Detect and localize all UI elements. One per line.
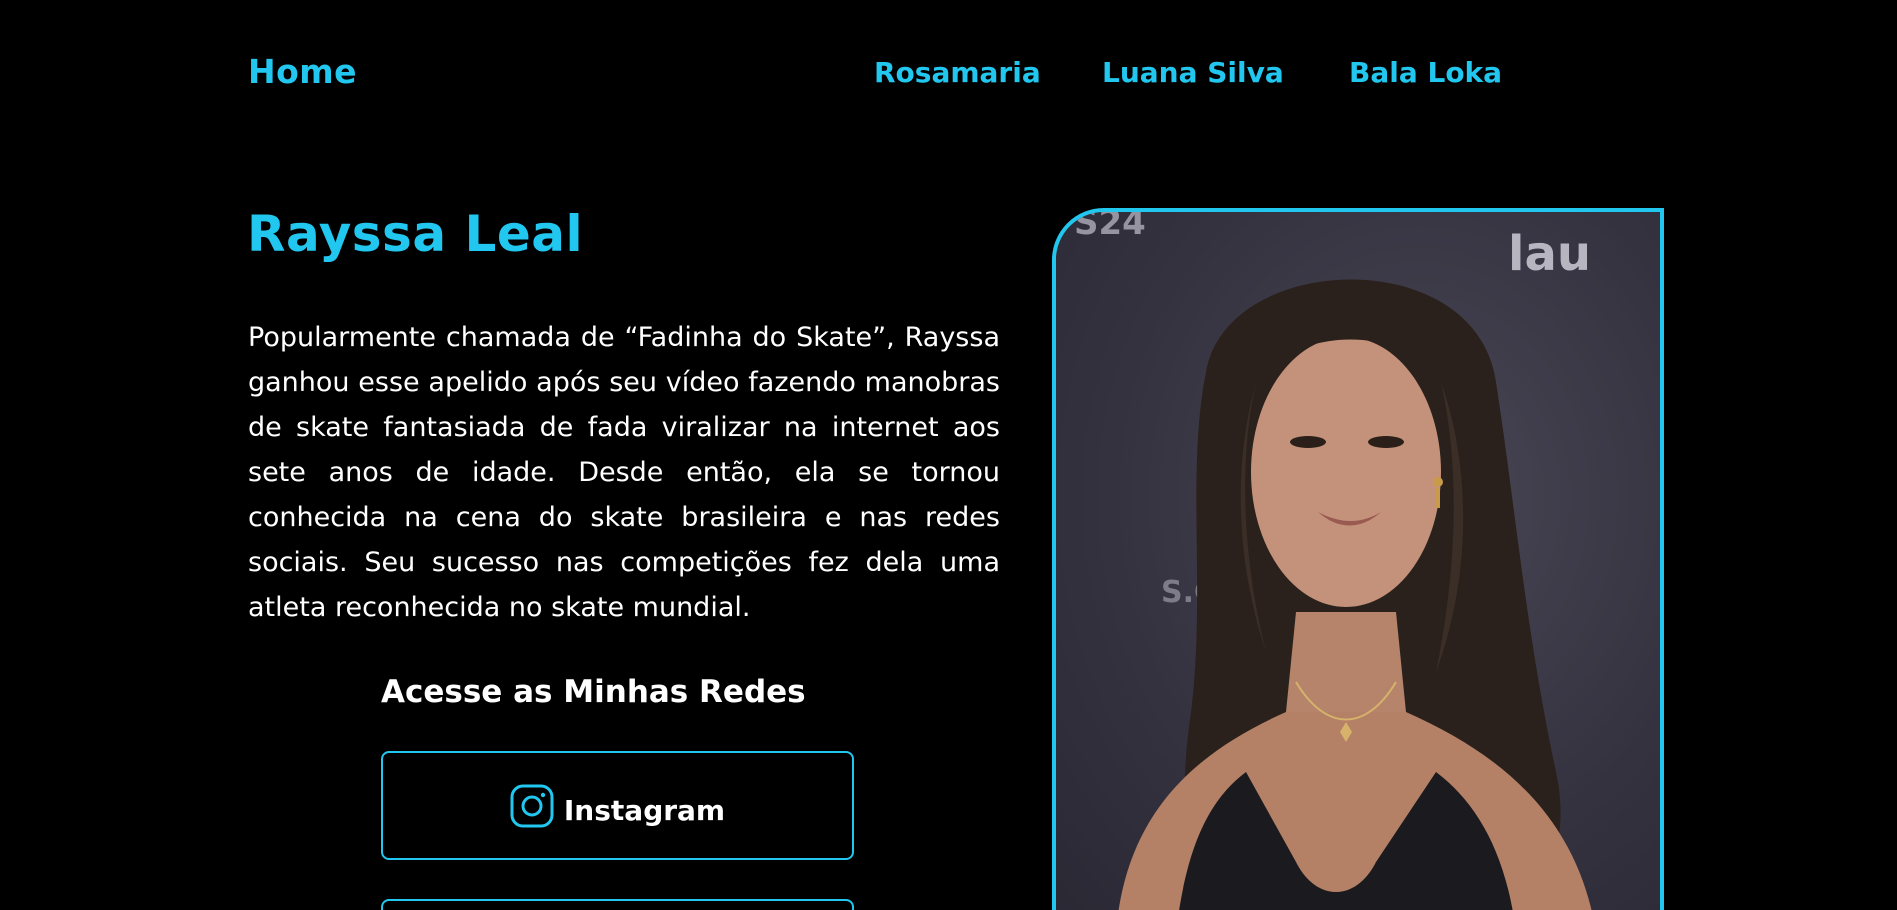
nav-link-rosamaria[interactable]: Rosamaria <box>874 56 1041 89</box>
page: Home Rosamaria Luana Silva Bala Loka Ray… <box>0 0 1897 910</box>
profile-photo: S24 lau S.C <box>1052 208 1664 910</box>
social-heading: Acesse as Minhas Redes <box>381 674 806 710</box>
bio-text: Popularmente chamada de “Fadinha do Skat… <box>248 322 1000 623</box>
wall-text-1: S24 <box>1074 212 1146 243</box>
instagram-button[interactable]: Instagram <box>381 751 854 860</box>
portrait-illustration: S24 lau S.C <box>1074 212 1592 910</box>
instagram-label: Instagram <box>563 794 726 827</box>
page-title: Rayssa Leal <box>247 205 584 263</box>
wall-text-2: lau <box>1508 226 1591 282</box>
nav-link-luana-silva[interactable]: Luana Silva <box>1102 56 1284 89</box>
nav-link-bala-loka[interactable]: Bala Loka <box>1349 56 1502 89</box>
social-button-2[interactable] <box>381 899 854 910</box>
instagram-icon <box>510 784 554 828</box>
nav-home-link[interactable]: Home <box>248 52 357 91</box>
